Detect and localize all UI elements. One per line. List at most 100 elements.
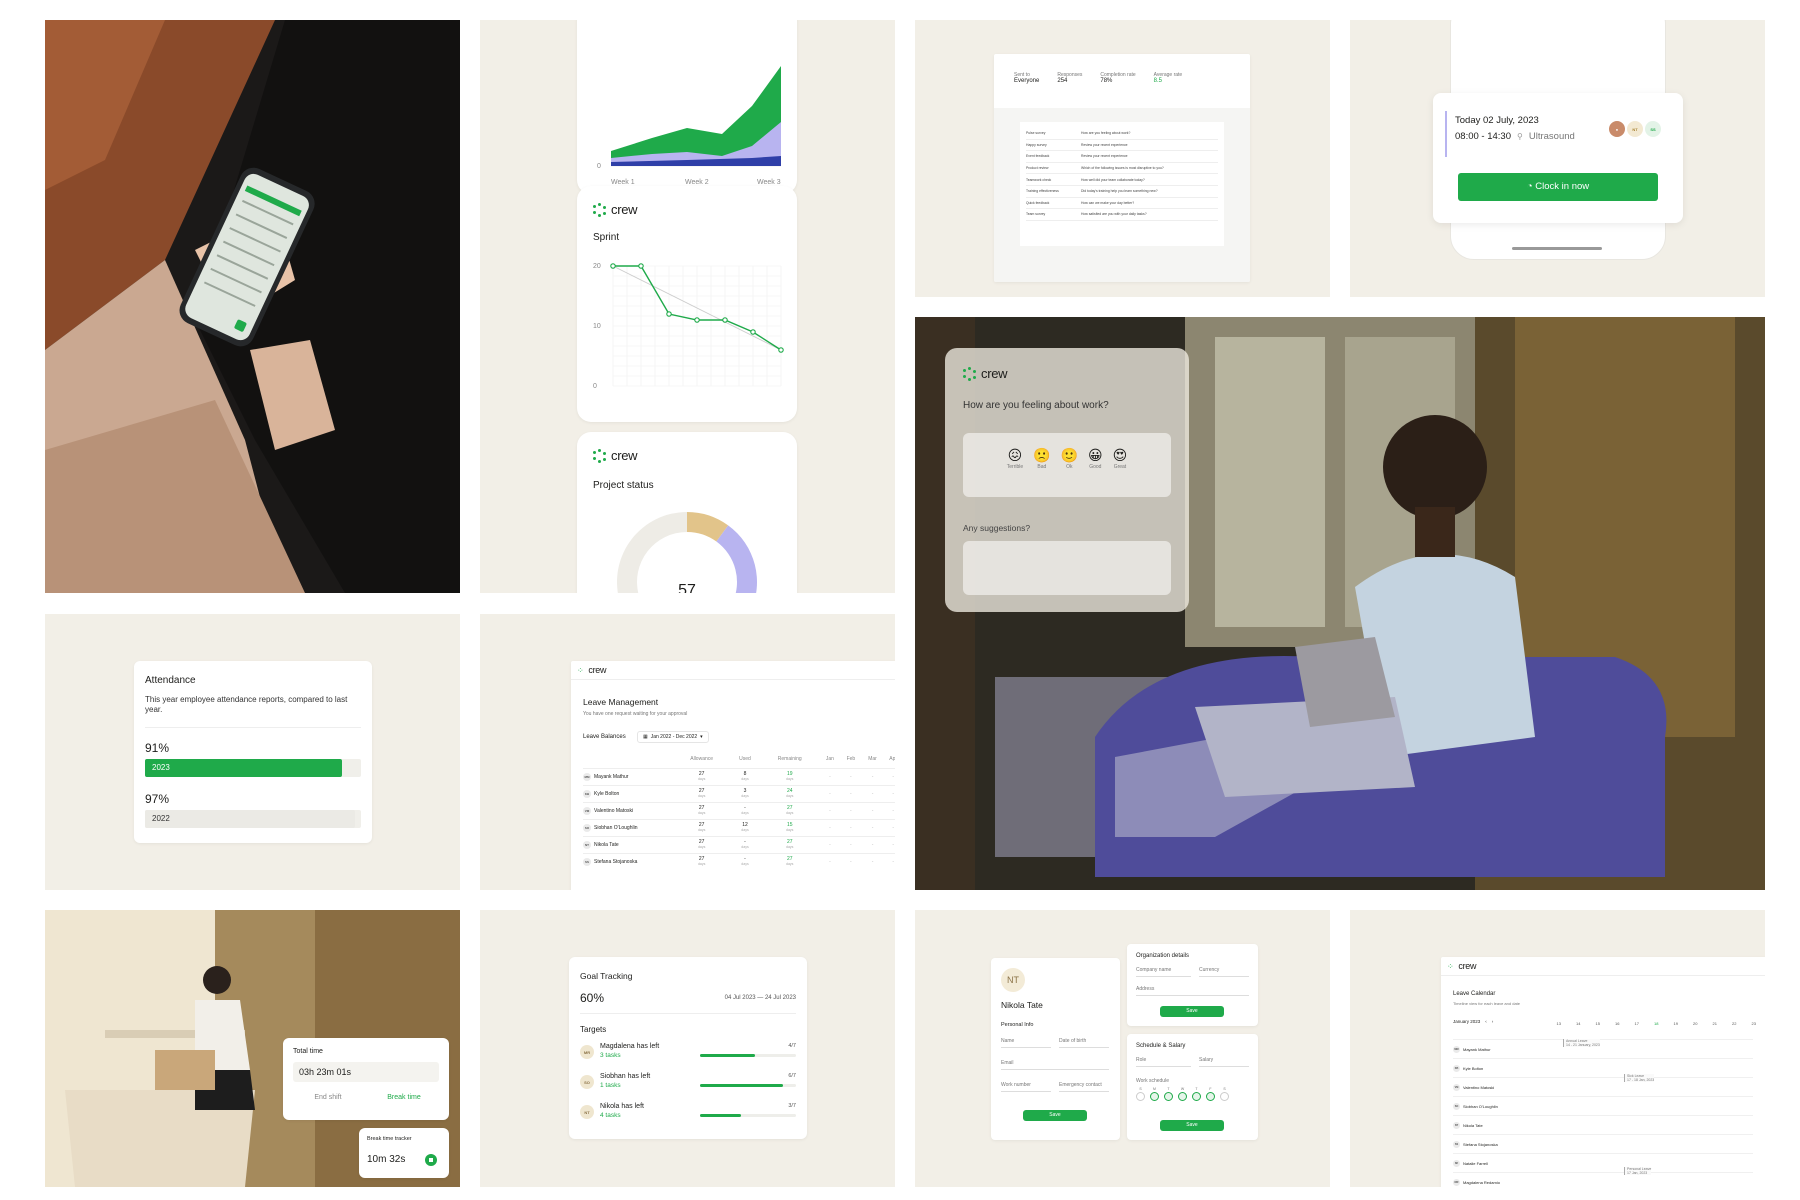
attendance-title: Attendance [145,675,196,686]
crew-logo-icon: ⁘ [577,665,584,675]
survey-row[interactable]: Quick feedback How can we make your day b… [1026,198,1218,210]
currency-field[interactable] [1199,976,1249,977]
field-label: Emergency contact [1059,1082,1102,1088]
profile-save-button[interactable]: Save [1023,1110,1087,1121]
table-row[interactable]: MM Mayank Mathur 27 days 8 days 19 days - - - - [583,768,895,786]
calendar-row[interactable]: SS Stefana Stojanoska [1453,1134,1753,1153]
table-header: Apr [889,756,895,762]
time-tracker-card: Total time 03h 23m 01s End shift Break t… [283,1038,449,1120]
person-cell: NT Nikola Tate [583,837,673,854]
total-time-label: Total time [293,1048,323,1055]
survey-row[interactable]: Team survey How satisfied are you with yo… [1026,209,1218,221]
day-toggle[interactable]: T [1164,1087,1173,1101]
avatar: VM [583,807,591,815]
work-number-field[interactable] [1001,1091,1051,1092]
month-cell: - [892,825,895,831]
clock-in-tile: Today 02 July, 2023 08:00 - 14:30 ⚲ Ultr… [1350,20,1765,297]
date-range-picker[interactable]: ▦ Jan 2022 - Dec 2022 ▾ [637,731,709,743]
day-toggle[interactable]: S [1136,1087,1145,1101]
emoji-option[interactable]: 😖 Terrible [1007,447,1023,497]
balance-cell: - days [730,837,759,854]
growth-chart-card: 0 Week 1 Week 2 Week 3 [577,20,797,194]
stat-value: 8.5 [1153,78,1163,84]
emergency-field[interactable] [1059,1091,1109,1092]
survey-row[interactable]: Training effectiveness Did today's traini… [1026,186,1218,198]
goal-target-row[interactable]: NT Nikola has left 4 tasks 3/7 [580,1103,796,1133]
balance-unit: days [786,844,794,849]
attendance-tile: Attendance This year employee attendance… [45,614,460,890]
attendance-subtitle: This year employee attendance reports, c… [145,695,348,715]
day-label: M [1153,1087,1156,1091]
end-shift-button[interactable]: End shift [293,1094,363,1101]
survey-row[interactable]: Event feedback Review your recent experie… [1026,151,1218,163]
crew-logo-icon [963,367,976,381]
emoji-option[interactable]: 🙁 Bad [1033,447,1050,497]
chevron-left-icon[interactable]: ‹ [1485,1019,1487,1024]
survey-question: Review your recent experience [1081,142,1128,147]
calendar-row[interactable]: NT Nikola Tate [1453,1115,1753,1134]
balance-cell: - days [730,854,759,871]
company-field[interactable] [1136,976,1191,977]
day-toggle[interactable]: F [1206,1087,1215,1101]
dob-field[interactable] [1059,1047,1109,1048]
balance-unit: days [741,810,749,815]
checked-icon [1192,1092,1201,1101]
salary-field[interactable] [1199,1066,1249,1067]
goal-target-row[interactable]: SO Siobhan has left 1 tasks 6/7 [580,1073,796,1103]
balance-unit: days [697,793,706,798]
day-toggle[interactable]: S [1220,1087,1229,1101]
target-tasks: 4 tasks [600,1112,621,1119]
name-field[interactable] [1001,1047,1051,1048]
target-name: Magdalena has left [600,1043,660,1050]
sprint-data-point [666,311,672,317]
day-toggle[interactable]: M [1150,1087,1159,1101]
table-row[interactable]: SO Siobhan O'Loughlin 27 days 12 days 15 days - -… [583,819,895,837]
day-toggle[interactable]: T [1192,1087,1201,1101]
calendar-row[interactable]: MM Mayank Mathur [1453,1039,1753,1058]
survey-row[interactable]: Happy survey Review your recent experienc… [1026,140,1218,152]
emoji-option[interactable]: 😍 Great [1113,447,1128,497]
leave-event: Sick Leave 17 - 18 Jan, 2023 [1624,1074,1655,1082]
calendar-row[interactable]: MR Magdalena Redamio [1453,1172,1753,1187]
calendar-row[interactable]: KB Kyle Bolton [1453,1058,1753,1077]
calendar-row[interactable]: NF Natalie Farrell [1453,1153,1753,1172]
survey-row[interactable]: Pulse survey How are you feeling about wo… [1026,128,1218,140]
balance-cell: 3 days [730,786,759,803]
balance-unit: days [741,844,749,849]
target-name: Nikola has left [600,1103,644,1110]
day-toggle[interactable]: W [1178,1087,1187,1101]
schedule-save-button[interactable]: Save [1160,1120,1224,1131]
calendar-row[interactable]: SO Siobhan O'Loughlin [1453,1096,1753,1115]
email-field[interactable] [1001,1069,1109,1070]
emoji-option[interactable]: 😀 Good [1088,447,1103,497]
month-cell: - [829,825,831,831]
growth-x-label: Week 3 [757,179,781,186]
table-header: Jan [825,756,834,762]
stop-timer-icon[interactable] [425,1154,437,1166]
suggestion-input[interactable] [963,541,1171,595]
address-field[interactable] [1136,995,1249,996]
survey-row[interactable]: Product review Which of the following iss… [1026,163,1218,175]
table-row[interactable]: KB Kyle Bolton 27 days 3 days 24 days - - - - [583,785,895,803]
balance-unit: days [786,861,794,866]
calendar-day: 15 [1595,1021,1600,1026]
break-time-button[interactable]: Break time [369,1094,439,1101]
table-row[interactable]: VM Valentino Matoski 27 days - days 27 days - - - - [583,802,895,820]
goal-target-row[interactable]: MR Magdalena has left 3 tasks 4/7 [580,1043,796,1073]
table-row[interactable]: SS Stefana Stojanoska 27 days - days 27 days - - -… [583,853,895,871]
checked-icon [1164,1092,1173,1101]
good-face-icon: 😀 [1088,447,1103,463]
calendar-row[interactable]: VM Valentino Matoski [1453,1077,1753,1096]
balance-cell: 27 days [673,854,730,871]
emoji-option[interactable]: 🙂 Ok [1061,447,1078,497]
table-header: Feb [846,756,856,762]
chevron-right-icon[interactable]: › [1492,1019,1494,1024]
clock-in-button[interactable]: ◔ Clock in now [1458,173,1658,201]
survey-row[interactable]: Teamwork check How well did your team col… [1026,174,1218,186]
role-field[interactable] [1136,1066,1191,1067]
org-save-button[interactable]: Save [1160,1006,1224,1017]
survey-name: Product review [1026,166,1049,171]
table-row[interactable]: NT Nikola Tate 27 days - days 27 days - - - - [583,836,895,854]
profile-forms-tile: NT Nikola Tate Personal Info Name Date o… [915,910,1330,1187]
target-progress-track [700,1054,796,1057]
